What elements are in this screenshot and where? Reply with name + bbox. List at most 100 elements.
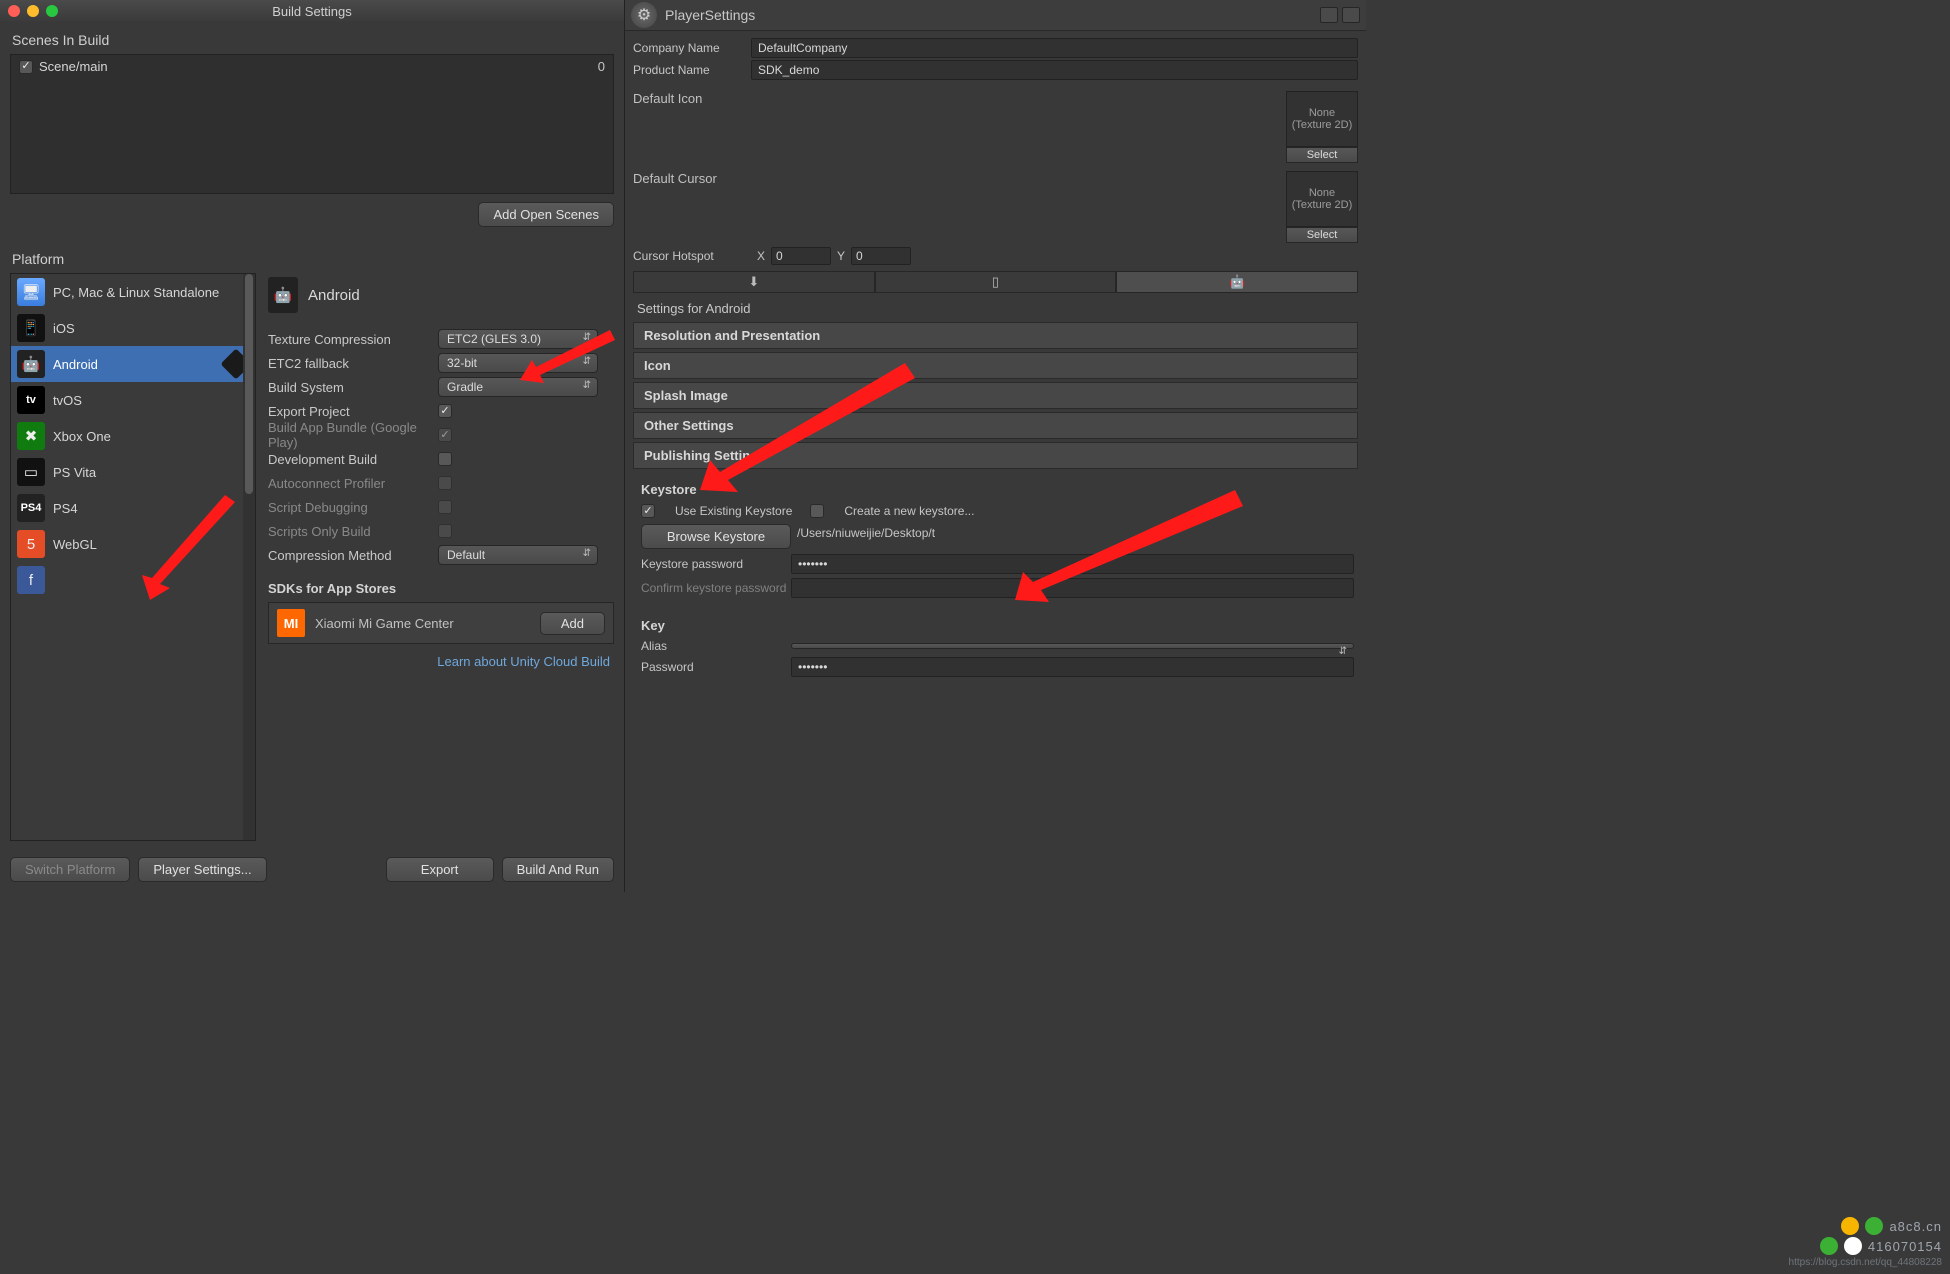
scene-row[interactable]: Scene/main 0	[11, 55, 613, 78]
platform-item-xboxone[interactable]: ✖ Xbox One	[11, 418, 255, 454]
key-header: Key	[641, 600, 1354, 637]
android-icon: 🤖	[268, 277, 298, 313]
add-open-scenes-button[interactable]: Add Open Scenes	[478, 202, 614, 227]
platform-item-android[interactable]: 🤖 Android	[11, 346, 255, 382]
psvita-icon: ▭	[17, 458, 45, 486]
scene-index: 0	[598, 59, 605, 74]
scene-name: Scene/main	[39, 59, 108, 74]
key-password-input[interactable]	[791, 657, 1354, 677]
wechat-icon	[1820, 1237, 1838, 1255]
scene-checkbox[interactable]	[19, 60, 33, 74]
export-project-checkbox[interactable]	[438, 404, 452, 418]
switch-platform-button: Switch Platform	[10, 857, 130, 882]
tab-android[interactable]: 🤖	[1116, 271, 1358, 293]
autoconnect-checkbox	[438, 476, 452, 490]
hotspot-x-input[interactable]	[771, 247, 831, 265]
default-icon-select-button[interactable]: Select	[1286, 147, 1358, 163]
platform-label: PS4	[53, 501, 78, 516]
watermark-icon	[1841, 1217, 1859, 1235]
default-icon-well[interactable]: None (Texture 2D)	[1286, 91, 1358, 147]
platform-label: tvOS	[53, 393, 82, 408]
hotspot-x-label: X	[757, 249, 765, 263]
app-bundle-checkbox	[438, 428, 452, 442]
company-name-input[interactable]	[751, 38, 1358, 58]
confirm-keystore-password-label: Confirm keystore password	[641, 581, 791, 595]
product-name-input[interactable]	[751, 60, 1358, 80]
etc2-fallback-label: ETC2 fallback	[268, 356, 438, 371]
cursor-hotspot-label: Cursor Hotspot	[633, 249, 751, 263]
sdk-row-xiaomi: MI Xiaomi Mi Game Center Add	[268, 602, 614, 644]
platform-item-standalone[interactable]: 🖥 PC, Mac & Linux Standalone	[11, 274, 255, 310]
platform-label: Android	[53, 357, 98, 372]
dev-build-label: Development Build	[268, 452, 438, 467]
tab-standalone[interactable]: ⬇	[633, 271, 875, 293]
watermark: a8c8.cn 416070154 https://blog.csdn.net/…	[1789, 1217, 1942, 1268]
platform-detail-title: Android	[308, 287, 360, 304]
qq-icon	[1844, 1237, 1862, 1255]
platform-label: PC, Mac & Linux Standalone	[53, 285, 219, 300]
platform-tabs: ⬇ ▯ 🤖	[633, 271, 1358, 293]
use-existing-keystore-checkbox[interactable]	[641, 504, 655, 518]
key-password-label: Password	[641, 660, 791, 674]
window-titlebar: Build Settings	[0, 0, 624, 22]
default-icon-label: Default Icon	[633, 91, 751, 163]
help-icon[interactable]	[1320, 7, 1338, 23]
build-and-run-button[interactable]: Build And Run	[502, 857, 614, 882]
platform-scrollbar[interactable]	[243, 274, 255, 840]
tab-ios[interactable]: ▯	[875, 271, 1117, 293]
hotspot-y-input[interactable]	[851, 247, 911, 265]
key-alias-dropdown[interactable]	[791, 643, 1354, 649]
default-cursor-select-button[interactable]: Select	[1286, 227, 1358, 243]
create-new-keystore-checkbox[interactable]	[810, 504, 824, 518]
platform-label: iOS	[53, 321, 75, 336]
default-cursor-label: Default Cursor	[633, 171, 751, 243]
texture-compression-label: Texture Compression	[268, 332, 438, 347]
browse-keystore-button[interactable]: Browse Keystore	[641, 524, 791, 549]
standalone-icon: 🖥	[17, 278, 45, 306]
key-alias-label: Alias	[641, 639, 791, 653]
compression-method-label: Compression Method	[268, 548, 438, 563]
platform-item-ios[interactable]: 📱 iOS	[11, 310, 255, 346]
platform-label: WebGL	[53, 537, 97, 552]
script-debug-label: Script Debugging	[268, 500, 438, 515]
hotspot-y-label: Y	[837, 249, 845, 263]
platform-header: Platform	[0, 241, 624, 273]
inspector-title: PlayerSettings	[665, 7, 755, 23]
sdk-label: Xiaomi Mi Game Center	[315, 616, 454, 631]
scenes-header: Scenes In Build	[0, 22, 624, 54]
compression-method-dropdown[interactable]: Default	[438, 545, 598, 565]
player-settings-button[interactable]: Player Settings...	[138, 857, 266, 882]
arrow-annotation	[520, 325, 620, 385]
use-existing-keystore-label: Use Existing Keystore	[675, 504, 792, 518]
settings-menu-icon[interactable]	[1342, 7, 1360, 23]
window-title: Build Settings	[0, 4, 624, 19]
company-name-label: Company Name	[633, 41, 751, 55]
scripts-only-checkbox	[438, 524, 452, 538]
platform-label: PS Vita	[53, 465, 96, 480]
wechat-icon	[1865, 1217, 1883, 1235]
export-project-label: Export Project	[268, 404, 438, 419]
arrow-annotation	[130, 490, 240, 600]
webgl-icon: 5	[17, 530, 45, 558]
product-name-label: Product Name	[633, 63, 751, 77]
ps4-icon: PS4	[17, 494, 45, 522]
sdk-add-button[interactable]: Add	[540, 612, 605, 635]
arrow-annotation	[700, 360, 920, 490]
export-button[interactable]: Export	[386, 857, 494, 882]
scenes-list: Scene/main 0	[10, 54, 614, 194]
gear-icon: ⚙	[631, 2, 657, 28]
ios-icon: 📱	[17, 314, 45, 342]
create-new-keystore-label: Create a new keystore...	[844, 504, 974, 518]
inspector-header: ⚙ PlayerSettings	[625, 0, 1366, 31]
platform-item-tvos[interactable]: tv tvOS	[11, 382, 255, 418]
arrow-annotation	[1015, 490, 1245, 600]
settings-for-label: Settings for Android	[633, 293, 1358, 322]
platform-label: Xbox One	[53, 429, 111, 444]
dev-build-checkbox[interactable]	[438, 452, 452, 466]
script-debug-checkbox	[438, 500, 452, 514]
section-resolution[interactable]: Resolution and Presentation	[633, 322, 1358, 349]
platform-item-psvita[interactable]: ▭ PS Vita	[11, 454, 255, 490]
default-cursor-well[interactable]: None (Texture 2D)	[1286, 171, 1358, 227]
cloud-build-link[interactable]: Learn about Unity Cloud Build	[437, 654, 610, 669]
xbox-icon: ✖	[17, 422, 45, 450]
